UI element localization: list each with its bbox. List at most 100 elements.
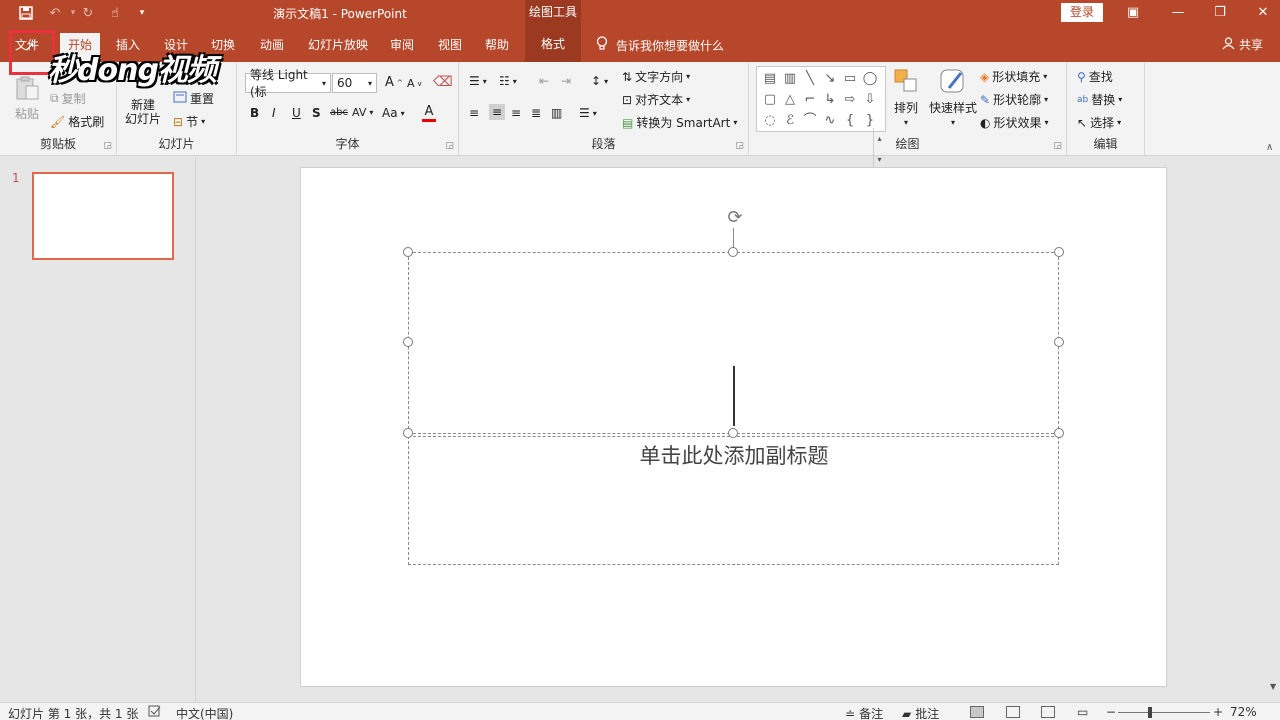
zoom-in-icon[interactable]: + [1213, 705, 1223, 719]
freeform-shape-icon[interactable]: ◌ [761, 111, 779, 130]
char-spacing-button[interactable]: AV ▾ [352, 106, 373, 119]
arc-shape-icon[interactable]: ⌒ [801, 111, 819, 130]
restore-icon[interactable]: ❐ [1209, 3, 1231, 23]
reading-view-icon[interactable] [1041, 706, 1055, 718]
resize-handle-top-left[interactable] [403, 247, 413, 257]
align-left-icon[interactable]: ≡ [469, 106, 479, 120]
increase-indent-icon[interactable]: ⇥ [561, 74, 571, 88]
format-painter-button[interactable]: 🖌 格式刷 [50, 113, 104, 130]
zoom-out-icon[interactable]: − [1106, 705, 1116, 719]
share-button[interactable]: 共享 [1222, 36, 1263, 53]
smartart-button[interactable]: ▤ 转换为 SmartArt ▾ [622, 114, 737, 131]
paragraph-launcher-icon[interactable]: ◲ [735, 141, 744, 151]
section-button[interactable]: ⊟ 节 ▾ [173, 113, 205, 130]
distributed-icon[interactable]: ▥ [551, 106, 562, 120]
reset-button[interactable]: 重置 [173, 90, 214, 107]
ribbon-display-icon[interactable]: ▣ [1122, 3, 1144, 23]
justify-icon[interactable]: ≣ [531, 106, 541, 120]
copy-button[interactable]: ⧉ 复制 [50, 90, 86, 107]
tab-animations[interactable]: 动画 [260, 36, 284, 53]
columns-icon[interactable]: ☰ ▾ [579, 106, 597, 120]
slide-sorter-view-icon[interactable] [1006, 706, 1020, 718]
scroll-down-icon[interactable]: ▼ [1270, 682, 1276, 691]
shape-effects-button[interactable]: ◐ 形状效果 ▾ [980, 114, 1049, 131]
font-name-select[interactable]: 等线 Light (标 ▾ [245, 68, 331, 99]
rounded-rect-shape-icon[interactable]: ▢ [761, 90, 779, 109]
change-case-button[interactable]: Aa ▾ [382, 106, 405, 120]
elbow-arrow-shape-icon[interactable]: ↳ [821, 90, 839, 109]
zoom-slider-thumb[interactable] [1148, 707, 1152, 718]
zoom-level[interactable]: 72% [1230, 705, 1257, 719]
clipboard-launcher-icon[interactable]: ◲ [103, 141, 112, 151]
resize-handle-right[interactable] [1054, 337, 1064, 347]
bold-button[interactable]: B [250, 106, 259, 120]
tab-format[interactable]: 格式 [525, 26, 581, 62]
resize-handle-bottom-left[interactable] [403, 428, 413, 438]
comments-button[interactable]: ▰ 批注 [902, 705, 939, 720]
resize-handle-top-right[interactable] [1054, 247, 1064, 257]
line-shape-icon[interactable]: ╲ [801, 69, 819, 88]
rectangle-shape-icon[interactable]: ▭ [841, 69, 859, 88]
arrow-line-shape-icon[interactable]: ↘ [821, 69, 839, 88]
textbox-shape-icon[interactable]: ▤ [761, 69, 779, 88]
select-button[interactable]: ↖ 选择 ▾ [1077, 114, 1121, 131]
decrease-indent-icon[interactable]: ⇤ [539, 74, 549, 88]
tell-me-box[interactable]: 告诉我你想要做什么 [596, 36, 724, 54]
grow-font-button[interactable]: A ^ [385, 75, 403, 90]
resize-handle-top[interactable] [728, 247, 738, 257]
triangle-shape-icon[interactable]: △ [781, 90, 799, 109]
tab-view[interactable]: 视图 [438, 36, 462, 53]
new-slide-button[interactable]: 新建 幻灯片 [125, 98, 161, 126]
vertical-scrollbar[interactable]: ▼ [1268, 140, 1280, 702]
zoom-slider-track[interactable] [1118, 712, 1210, 713]
align-text-button[interactable]: ⊡ 对齐文本 ▾ [622, 91, 690, 108]
quick-styles-button[interactable]: 快速样式 ▾ [929, 68, 977, 127]
tab-slideshow[interactable]: 幻灯片放映 [308, 36, 368, 53]
italic-button[interactable]: I [272, 106, 276, 120]
language-indicator[interactable]: 中文(中国) [176, 705, 233, 720]
find-button[interactable]: ⚲ 查找 [1077, 68, 1113, 85]
shape-fill-button[interactable]: ◈ 形状填充 ▾ [980, 68, 1047, 85]
left-brace-shape-icon[interactable]: { [841, 111, 859, 130]
shadow-button[interactable]: S [312, 106, 321, 120]
line-spacing-icon[interactable]: ↕ ▾ [591, 74, 608, 88]
clear-format-icon[interactable]: ⌫ [433, 74, 453, 90]
align-center-icon[interactable]: ≡ [489, 104, 506, 120]
slideshow-view-icon[interactable]: ▭ [1077, 705, 1088, 719]
paste-button[interactable]: 粘贴 [14, 76, 40, 122]
replace-button[interactable]: ab 替换 ▾ [1077, 91, 1122, 108]
align-right-icon[interactable]: ≡ [511, 106, 521, 120]
resize-handle-left[interactable] [403, 337, 413, 347]
spell-check-icon[interactable] [148, 705, 162, 717]
notes-button[interactable]: ≐ 备注 [845, 705, 883, 720]
minimize-icon[interactable]: — [1167, 3, 1189, 23]
bullets-icon[interactable]: ☰ ▾ [469, 74, 487, 88]
font-color-button[interactable]: A [422, 104, 436, 122]
oval-shape-icon[interactable]: ◯ [861, 69, 879, 88]
curve-shape-icon[interactable]: ∿ [821, 111, 839, 130]
normal-view-icon[interactable] [970, 706, 984, 718]
scribble-shape-icon[interactable]: ℰ [781, 111, 799, 130]
vertical-textbox-shape-icon[interactable]: ▥ [781, 69, 799, 88]
arrange-button[interactable]: 排列 ▾ [893, 68, 919, 127]
drawing-launcher-icon[interactable]: ◲ [1053, 141, 1062, 151]
shrink-font-button[interactable]: Av [407, 77, 422, 90]
close-icon[interactable]: ✕ [1252, 3, 1274, 23]
resize-handle-bottom-right[interactable] [1054, 428, 1064, 438]
login-button[interactable]: 登录 [1061, 3, 1103, 22]
resize-handle-bottom[interactable] [728, 428, 738, 438]
tab-help[interactable]: 帮助 [485, 36, 509, 53]
font-size-select[interactable]: 60 ▾ [332, 73, 377, 93]
shape-outline-button[interactable]: ✎ 形状轮廓 ▾ [980, 91, 1048, 108]
underline-button[interactable]: U [292, 106, 301, 120]
shapes-gallery[interactable]: ▤ ▥ ╲ ↘ ▭ ◯ ▢ △ ⌐ ↳ ⇨ ⇩ ◌ ℰ ⌒ ∿ { } [756, 66, 886, 132]
font-launcher-icon[interactable]: ◲ [445, 141, 454, 151]
rotate-handle-icon[interactable]: ⟳ [724, 207, 746, 229]
down-arrow-shape-icon[interactable]: ⇩ [861, 90, 879, 109]
strikethrough-button[interactable]: abc [330, 107, 348, 118]
slide-thumbnail[interactable] [32, 172, 174, 260]
numbering-icon[interactable]: ☷ ▾ [499, 74, 517, 88]
tab-review[interactable]: 审阅 [390, 36, 414, 53]
text-direction-button[interactable]: ⇅ 文字方向 ▾ [622, 68, 690, 85]
elbow-connector-shape-icon[interactable]: ⌐ [801, 90, 819, 109]
